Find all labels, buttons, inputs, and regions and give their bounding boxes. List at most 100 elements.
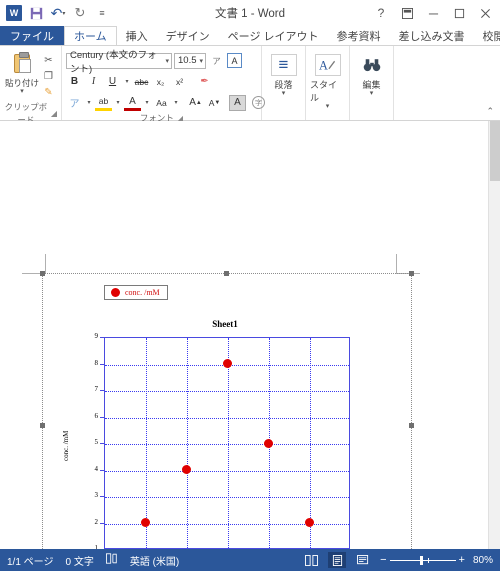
phonetic-guide-icon[interactable]: ア [208,53,225,69]
y-tick-label: 9 [94,332,99,340]
font-size-combobox[interactable]: 10.5 ▾ [174,52,206,69]
text-effects-icon[interactable]: A [227,53,242,68]
resize-handle-tl[interactable] [40,271,45,276]
change-case-caret-icon[interactable]: ▾ [172,99,180,106]
character-border-caret-icon[interactable]: ▾ [85,99,93,106]
customize-qat-icon[interactable]: ≡ [92,3,112,23]
chart-data-point[interactable] [181,465,191,474]
clear-formatting-icon[interactable]: ✒ [196,74,213,90]
format-painter-icon[interactable]: ✎ [40,85,57,100]
chart-data-point[interactable] [222,359,232,368]
collapse-ribbon-icon[interactable]: ⌃ [486,106,494,117]
resize-handle-ml[interactable] [40,423,45,428]
subscript-button[interactable]: x₂ [152,74,169,90]
ribbon-display-options-icon[interactable] [394,2,420,24]
paragraph-button[interactable]: ≡ 段落 ▾ [266,50,301,97]
editing-button[interactable]: 編集 ▾ [354,50,389,97]
zoom-knob[interactable] [419,555,423,565]
zoom-slider[interactable]: − + [380,554,465,566]
character-border-icon[interactable]: ア [66,95,83,111]
y-tick-mark [100,469,104,471]
shrink-font-icon[interactable]: A ▼ [206,95,223,111]
zoom-track[interactable] [389,555,456,565]
tab-insert[interactable]: 挿入 [117,26,157,45]
chart-data-point[interactable] [304,518,314,527]
strikethrough-button[interactable]: abc [133,74,150,90]
copy-icon[interactable]: ❐ [40,69,57,84]
language-indicator[interactable]: 英語 (米国) [130,553,179,568]
maximize-button[interactable] [446,2,472,24]
margin-mark-top-left-v [45,254,46,274]
view-print-layout[interactable] [328,552,347,568]
y-tick-mark [100,496,104,497]
ribbon: 貼り付け ▾ ✂ ❐ ✎ クリップボード ◢ Century (本文のフォント)… [0,45,500,125]
resize-handle-tc[interactable] [224,271,229,276]
help-button[interactable]: ? [368,2,394,24]
close-button[interactable] [472,2,498,24]
bold-button[interactable]: B [66,74,83,90]
view-web-layout[interactable] [354,552,372,568]
paste-caret-icon[interactable]: ▾ [20,88,24,95]
font-color-icon[interactable]: A [124,95,141,111]
zoom-level[interactable]: 80% [473,555,493,566]
resize-handle-tr[interactable] [409,271,414,276]
status-bar: 1/1 ページ 0 文字 英語 (米国) − + 80% [0,549,500,571]
tab-page-layout[interactable]: ページ レイアウト [219,26,328,45]
y-tick-mark [100,522,104,524]
change-case-icon[interactable]: Aa [153,95,170,111]
view-read-mode[interactable] [302,552,320,568]
font-name-value: Century (本文のフォント) [70,49,157,75]
minimize-button[interactable] [420,2,446,24]
tab-design[interactable]: デザイン [157,26,219,45]
quick-access-toolbar: W ↶ ▾ ↻ ≡ [0,3,112,23]
vertical-scrollbar[interactable] [488,121,500,549]
save-icon[interactable] [26,3,46,23]
underline-caret-icon[interactable]: ▾ [123,78,131,85]
redo-icon[interactable]: ↻ [70,3,90,23]
italic-button[interactable]: I [85,74,102,90]
chart-legend[interactable]: conc. /mM [104,285,168,300]
document-area[interactable]: conc. /mM Sheet1 conc. /mM time /s 12345… [0,121,500,549]
zoom-out-button[interactable]: − [380,554,386,566]
tab-mailings[interactable]: 差し込み文書 [390,26,474,45]
paragraph-caret-icon[interactable]: ▾ [282,90,286,97]
font-color-caret-icon[interactable]: ▾ [143,99,151,106]
chart-plot-area[interactable] [104,337,350,549]
legend-marker-icon [111,288,120,297]
character-shading-icon[interactable]: A [229,94,246,111]
tab-home[interactable]: ホーム [64,26,117,45]
resize-handle-mr[interactable] [409,423,414,428]
word-count[interactable]: 0 文字 [65,553,93,568]
font-name-combobox[interactable]: Century (本文のフォント) ▾ [66,50,172,75]
undo-icon[interactable]: ↶ ▾ [48,3,68,23]
tab-file[interactable]: ファイル [0,26,64,45]
word-logo-icon: W [4,3,24,23]
scrollbar-thumb[interactable] [490,121,500,181]
highlight-caret-icon[interactable]: ▾ [114,99,122,106]
underline-button[interactable]: U [104,74,121,90]
document-page[interactable]: conc. /mM Sheet1 conc. /mM time /s 12345… [0,121,500,549]
maximize-glyph [454,8,464,18]
grow-font-icon[interactable]: A ▲ [187,95,204,111]
zoom-in-button[interactable]: + [459,554,465,566]
save-glyph [30,7,42,19]
clipboard-group-label: クリップボード ◢ [4,102,57,125]
tab-review[interactable]: 校閲 [474,26,500,45]
clipboard-dialog-launcher-icon[interactable]: ◢ [51,107,57,120]
y-tick-label: 2 [94,517,99,526]
gridline-h [105,417,349,419]
chart-data-point[interactable] [263,438,273,448]
highlight-color-icon[interactable]: ab [95,95,112,111]
font-size-caret-icon[interactable]: ▾ [199,57,203,65]
tab-references[interactable]: 参考資料 [328,26,390,45]
font-name-caret-icon[interactable]: ▾ [165,57,169,65]
page-count[interactable]: 1/1 ページ [7,553,53,568]
editing-caret-icon[interactable]: ▾ [370,90,374,97]
chart-data-point[interactable] [140,518,150,527]
proofing-icon[interactable] [105,553,118,567]
paste-button[interactable]: 貼り付け ▾ [4,50,40,95]
cut-icon[interactable]: ✂ [40,53,57,68]
styles-button[interactable]: A スタイル ▾ [310,50,345,110]
superscript-button[interactable]: x² [171,74,188,90]
styles-icon: A [314,54,341,76]
